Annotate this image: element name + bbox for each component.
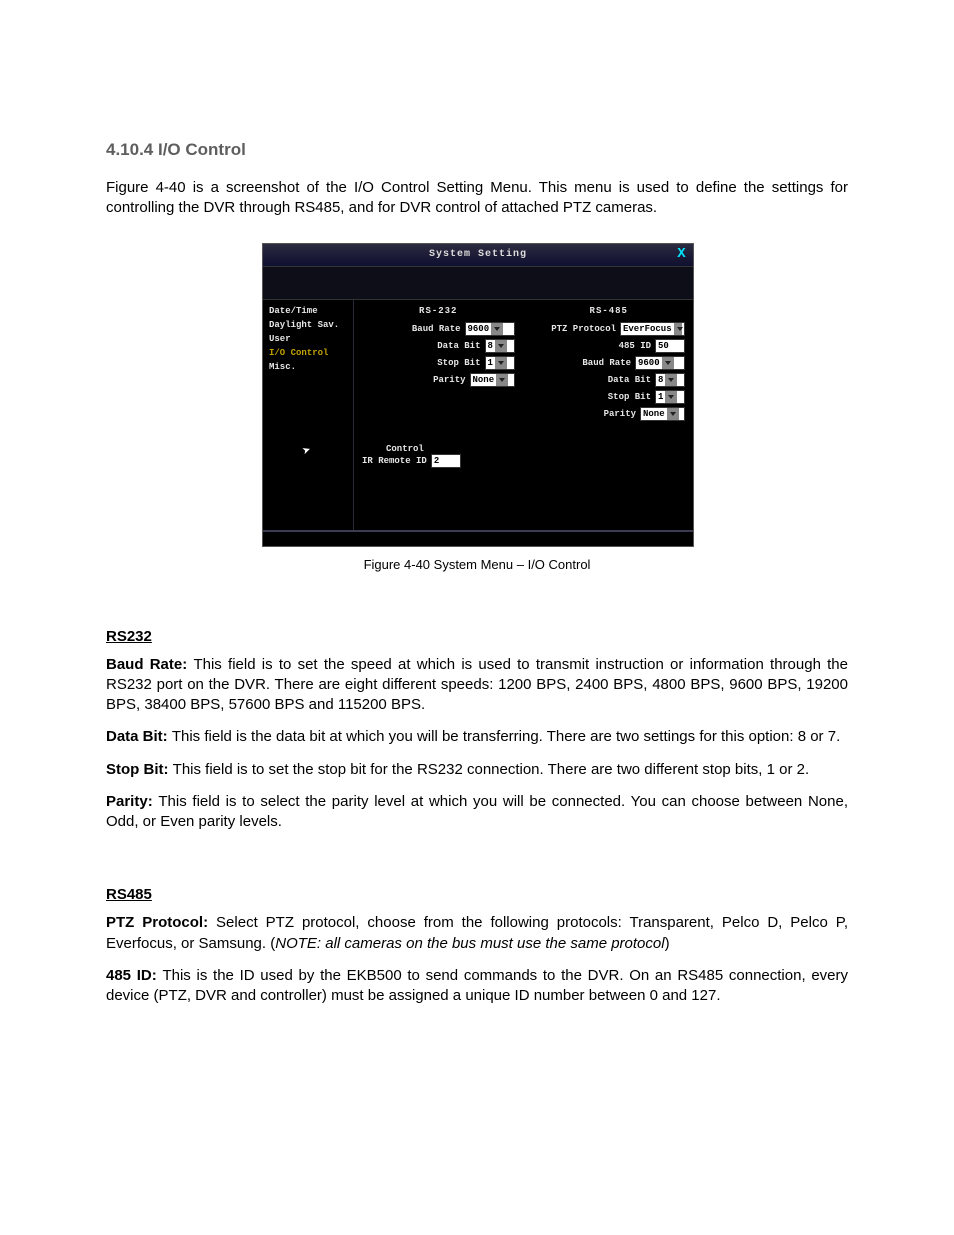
close-icon[interactable]: X	[675, 247, 689, 261]
rs232-baud-label: Baud Rate	[362, 324, 465, 334]
rs232-baud-para: Baud Rate: This field is to set the spee…	[106, 655, 848, 716]
system-setting-window: System Setting X Date/Time Daylight Sav.…	[262, 243, 694, 547]
rs232-baud-term: Baud Rate:	[106, 656, 193, 673]
rs485-id-label: 485 ID	[533, 341, 656, 351]
rs232-databit-term: Data Bit:	[106, 728, 172, 745]
rs232-column: RS-232 Baud Rate 9600 Data Bit 8 Stop Bi…	[362, 306, 515, 424]
rs232-parity-term: Parity:	[106, 793, 158, 810]
rs485-column: RS-485 PTZ Protocol EverFocus 485 ID 50 …	[533, 306, 686, 424]
sidebar-item-misc[interactable]: Misc.	[263, 360, 353, 374]
section-heading: 4.10.4 I/O Control	[106, 140, 848, 160]
rs232-parity-value: None	[473, 373, 495, 387]
rs232-parity-label: Parity	[362, 375, 470, 385]
rs485-stopbit-value: 1	[658, 390, 663, 404]
window-titlebar: System Setting X	[263, 244, 693, 267]
rs232-parity-text: This field is to select the parity level…	[106, 793, 848, 830]
rs485-parity-value: None	[643, 407, 665, 421]
sidebar-item-datetime[interactable]: Date/Time	[263, 304, 353, 318]
control-title: Control	[362, 444, 685, 454]
rs232-databit-text: This field is the data bit at which you …	[172, 728, 840, 745]
rs232-databit-value: 8	[488, 339, 493, 353]
chevron-down-icon	[495, 357, 507, 369]
chevron-down-icon	[496, 374, 508, 386]
rs485-databit-value: 8	[658, 373, 663, 387]
chevron-down-icon	[674, 323, 682, 335]
rs232-baud-select[interactable]: 9600	[465, 322, 515, 336]
sidebar-item-user[interactable]: User	[263, 332, 353, 346]
rs232-databit-label: Data Bit	[362, 341, 485, 351]
rs485-ptz-text-b: )	[665, 935, 670, 952]
screenshot-container: System Setting X Date/Time Daylight Sav.…	[262, 243, 692, 547]
intro-paragraph: Figure 4-40 is a screenshot of the I/O C…	[106, 178, 848, 219]
rs485-id-term: 485 ID:	[106, 967, 162, 984]
rs485-ptz-para: PTZ Protocol: Select PTZ protocol, choos…	[106, 913, 848, 954]
chevron-down-icon	[665, 374, 677, 386]
rs485-ptz-note: NOTE: all cameras on the bus must use th…	[275, 935, 664, 952]
rs232-baud-value: 9600	[468, 322, 490, 336]
rs485-ptz-label: PTZ Protocol	[533, 324, 621, 334]
rs485-parity-label: Parity	[533, 409, 641, 419]
rs485-stopbit-select[interactable]: 1	[655, 390, 685, 404]
rs232-col-title: RS-232	[362, 306, 515, 316]
window-title: System Setting	[429, 249, 527, 260]
rs232-stopbit-term: Stop Bit:	[106, 761, 173, 778]
figure-caption: Figure 4-40 System Menu – I/O Control	[106, 557, 848, 572]
rs232-stopbit-label: Stop Bit	[362, 358, 485, 368]
rs232-stopbit-para: Stop Bit: This field is to set the stop …	[106, 760, 848, 780]
rs485-baud-value: 9600	[638, 356, 660, 370]
rs232-baud-text: This field is to set the speed at which …	[106, 656, 848, 714]
rs485-baud-select[interactable]: 9600	[635, 356, 685, 370]
chevron-down-icon	[662, 357, 674, 369]
window-footer	[263, 530, 693, 546]
rs232-stopbit-value: 1	[488, 356, 493, 370]
sidebar-item-io-control[interactable]: I/O Control	[263, 346, 353, 360]
rs232-databit-para: Data Bit: This field is the data bit at …	[106, 727, 848, 747]
rs485-ptz-term: PTZ Protocol:	[106, 914, 216, 931]
chevron-down-icon	[495, 340, 507, 352]
rs232-stopbit-select[interactable]: 1	[485, 356, 515, 370]
ir-remote-input[interactable]: 2	[431, 454, 461, 468]
rs485-parity-select[interactable]: None	[640, 407, 685, 421]
chevron-down-icon	[667, 408, 679, 420]
chevron-down-icon	[491, 323, 503, 335]
rs485-baud-label: Baud Rate	[533, 358, 636, 368]
settings-sidebar: Date/Time Daylight Sav. User I/O Control…	[263, 300, 354, 530]
rs485-col-title: RS-485	[533, 306, 686, 316]
rs232-stopbit-text: This field is to set the stop bit for th…	[173, 761, 809, 778]
rs232-parity-para: Parity: This field is to select the pari…	[106, 792, 848, 833]
rs485-databit-label: Data Bit	[533, 375, 656, 385]
rs232-parity-select[interactable]: None	[470, 373, 515, 387]
rs485-id-para: 485 ID: This is the ID used by the EKB50…	[106, 966, 848, 1007]
settings-main-panel: RS-232 Baud Rate 9600 Data Bit 8 Stop Bi…	[354, 300, 693, 530]
ir-remote-label: IR Remote ID	[362, 456, 431, 466]
chevron-down-icon	[665, 391, 677, 403]
rs232-heading: RS232	[106, 628, 848, 645]
rs232-databit-select[interactable]: 8	[485, 339, 515, 353]
rs485-databit-select[interactable]: 8	[655, 373, 685, 387]
rs485-heading: RS485	[106, 886, 848, 903]
toolbar-iconbar	[263, 267, 693, 300]
sidebar-item-daylight[interactable]: Daylight Sav.	[263, 318, 353, 332]
rs485-id-input[interactable]: 50	[655, 339, 685, 353]
rs485-id-text: This is the ID used by the EKB500 to sen…	[106, 967, 848, 1004]
rs485-stopbit-label: Stop Bit	[533, 392, 656, 402]
rs485-ptz-select[interactable]: EverFocus	[620, 322, 685, 336]
rs485-ptz-value: EverFocus	[623, 322, 672, 336]
